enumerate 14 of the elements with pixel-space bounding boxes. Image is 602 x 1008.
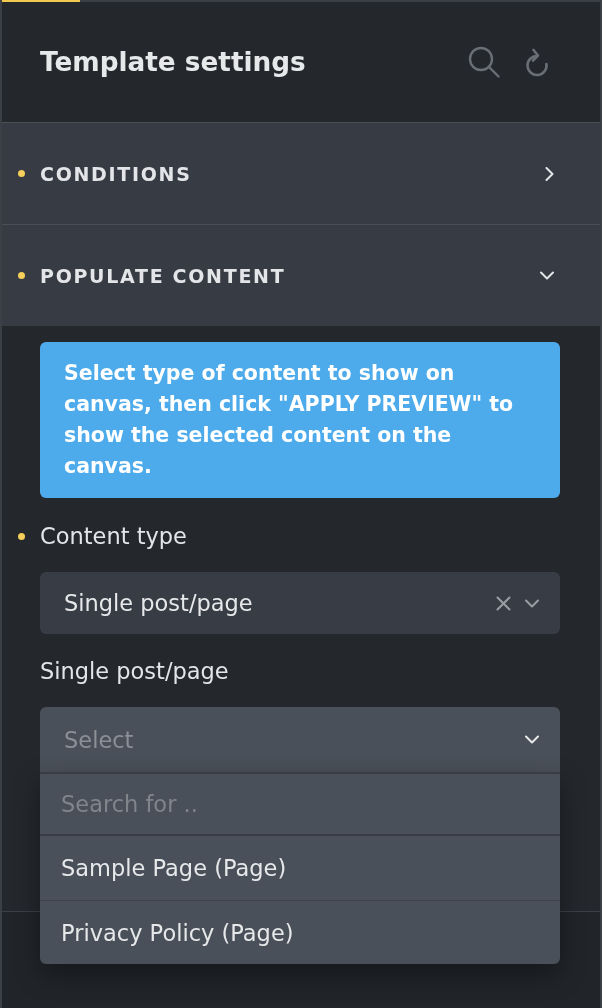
- chevron-down-icon: [525, 735, 539, 744]
- panel-title: Template settings: [40, 47, 306, 77]
- reload-icon[interactable]: [524, 46, 550, 78]
- chevron-down-icon: [525, 598, 539, 608]
- clear-icon[interactable]: [496, 595, 511, 611]
- field-label: Single post/page: [40, 658, 229, 684]
- dropdown-option[interactable]: Privacy Policy (Page): [40, 900, 560, 964]
- select-field[interactable]: Single post/page: [40, 572, 560, 634]
- info-message: Select type of content to show on canvas, then click "APPLY PREVIEW" to show the selected content on the canvas.: [40, 342, 560, 498]
- search-icon[interactable]: [468, 46, 500, 78]
- section-header[interactable]: POPULATE CONTENT: [2, 224, 600, 326]
- section-header[interactable]: CONDITIONS: [2, 122, 600, 224]
- field-label: Content type: [40, 523, 187, 549]
- dropdown-option[interactable]: Sample Page (Page): [40, 836, 560, 900]
